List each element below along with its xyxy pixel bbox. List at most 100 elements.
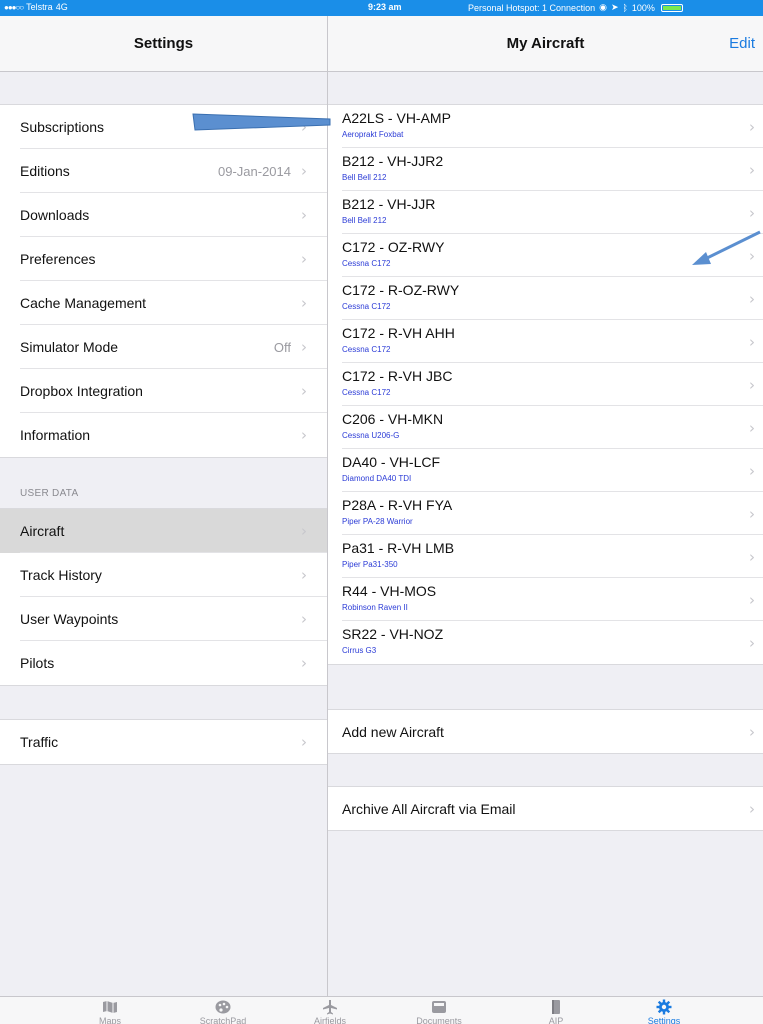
aircraft-row[interactable]: C172 - R-OZ-RWY Cessna C172 ›: [328, 277, 763, 320]
aircraft-list: A22LS - VH-AMP Aeroprakt Foxbat › B212 - V…: [328, 104, 763, 665]
user-data-header: USER DATA: [20, 488, 79, 499]
hotspot-label: Personal Hotspot: 1 Connection: [468, 2, 596, 13]
settings-row-subscriptions[interactable]: Subscriptions ›: [0, 105, 327, 149]
chevron-right-icon: ›: [749, 376, 755, 394]
chevron-right-icon: ›: [301, 522, 307, 540]
settings-group-main: Subscriptions › Editions 09-Jan-2014 › D…: [0, 104, 327, 458]
aircraft-title: C172 - R-VH JBC: [342, 368, 453, 384]
settings-row-value: 09-Jan-2014: [218, 163, 291, 179]
aircraft-type: Cessna U206-G: [342, 431, 400, 440]
status-time: 9:23 am: [368, 2, 402, 12]
status-left: ●●●○○ Telstra 4G: [4, 2, 68, 12]
aircraft-row[interactable]: C172 - R-VH AHH Cessna C172 ›: [328, 320, 763, 363]
chevron-right-icon: ›: [749, 591, 755, 609]
bluetooth-icon: ᛒ: [622, 2, 628, 13]
aircraft-row[interactable]: Pa31 - R-VH LMB Piper Pa31-350 ›: [328, 535, 763, 578]
aircraft-title: R44 - VH-MOS: [342, 583, 437, 599]
tab-airfields[interactable]: Airfields: [295, 999, 365, 1024]
aircraft-type: Bell Bell 212: [342, 173, 387, 182]
archive-aircraft-button[interactable]: Archive All Aircraft via Email ›: [328, 787, 763, 830]
tab-label: AIP: [548, 1016, 564, 1024]
settings-row-aircraft[interactable]: Aircraft ›: [0, 509, 327, 553]
settings-row-editions[interactable]: Editions 09-Jan-2014 ›: [0, 149, 327, 193]
settings-row-label: Simulator Mode: [20, 339, 119, 355]
settings-row-traffic[interactable]: Traffic ›: [0, 720, 327, 764]
aircraft-row[interactable]: B212 - VH-JJR2 Bell Bell 212 ›: [328, 148, 763, 191]
aircraft-row[interactable]: C172 - R-VH JBC Cessna C172 ›: [328, 363, 763, 406]
chevron-right-icon: ›: [301, 250, 307, 268]
tab-scratchpad[interactable]: ScratchPad: [188, 999, 258, 1024]
settings-group-user-data: Aircraft › Track History › User Waypoint…: [0, 508, 327, 686]
ipad-screen: ●●●○○ Telstra 4G 9:23 am Personal Hotspo…: [0, 0, 763, 1024]
aircraft-pane: A22LS - VH-AMP Aeroprakt Foxbat › B212 - V…: [328, 72, 763, 996]
chevron-right-icon: ›: [749, 161, 755, 179]
battery-icon: [660, 3, 683, 12]
aircraft-row[interactable]: DA40 - VH-LCF Diamond DA40 TDI ›: [328, 449, 763, 492]
aircraft-title: B212 - VH-JJR2: [342, 153, 444, 169]
settings-row-label: Subscriptions: [20, 119, 105, 135]
settings-row-information[interactable]: Information ›: [0, 413, 327, 457]
settings-row-user-waypoints[interactable]: User Waypoints ›: [0, 597, 327, 641]
chevron-right-icon: ›: [749, 247, 755, 265]
settings-row-label: Traffic: [20, 734, 59, 750]
aircraft-title: C172 - R-VH AHH: [342, 325, 455, 341]
airplane-icon: [295, 999, 365, 1015]
settings-row-label: Aircraft: [20, 523, 65, 539]
settings-group-other: Traffic ›: [0, 719, 327, 765]
aircraft-type: Cessna C172: [342, 388, 391, 397]
settings-row-simulator-mode[interactable]: Simulator Mode Off ›: [0, 325, 327, 369]
tab-label: Documents: [416, 1016, 462, 1024]
aircraft-title: My Aircraft: [506, 35, 585, 52]
chevron-right-icon: ›: [301, 382, 307, 400]
settings-row-track-history[interactable]: Track History ›: [0, 553, 327, 597]
chevron-right-icon: ›: [301, 566, 307, 584]
status-bar: ●●●○○ Telstra 4G 9:23 am Personal Hotspo…: [0, 0, 763, 16]
aircraft-type: Cessna C172: [342, 345, 391, 354]
edit-button[interactable]: Edit: [729, 35, 755, 52]
settings-row-pilots[interactable]: Pilots ›: [0, 641, 327, 685]
aircraft-type: Cessna C172: [342, 259, 391, 268]
tab-label: ScratchPad: [199, 1016, 247, 1024]
settings-row-preferences[interactable]: Preferences ›: [0, 237, 327, 281]
location-icon: ◉: [599, 2, 607, 12]
aircraft-row[interactable]: A22LS - VH-AMP Aeroprakt Foxbat ›: [328, 105, 763, 148]
chevron-right-icon: ›: [301, 610, 307, 628]
chevron-right-icon: ›: [301, 162, 307, 180]
settings-row-label: User Waypoints: [20, 611, 119, 627]
aircraft-title: B212 - VH-JJR: [342, 196, 436, 212]
tab-maps[interactable]: Maps: [75, 999, 145, 1024]
chevron-right-icon: ›: [301, 654, 307, 672]
chevron-right-icon: ›: [301, 118, 307, 136]
chevron-right-icon: ›: [749, 204, 755, 222]
settings-row-cache-management[interactable]: Cache Management ›: [0, 281, 327, 325]
chevron-right-icon: ›: [301, 294, 307, 312]
settings-row-dropbox-integration[interactable]: Dropbox Integration ›: [0, 369, 327, 413]
aircraft-title: A22LS - VH-AMP: [342, 110, 451, 126]
tab-label: Airfields: [313, 1016, 346, 1024]
tab-documents[interactable]: Documents: [404, 999, 474, 1024]
settings-row-label: Pilots: [20, 655, 55, 671]
chevron-right-icon: ›: [749, 634, 755, 652]
aircraft-title: DA40 - VH-LCF: [342, 454, 441, 470]
aircraft-row[interactable]: P28A - R-VH FYA Piper PA-28 Warrior ›: [328, 492, 763, 535]
aircraft-row[interactable]: C206 - VH-MKN Cessna U206-G ›: [328, 406, 763, 449]
tab-settings[interactable]: Settings: [629, 999, 699, 1024]
settings-row-downloads[interactable]: Downloads ›: [0, 193, 327, 237]
aircraft-type: Diamond DA40 TDI: [342, 474, 412, 483]
aircraft-row[interactable]: B212 - VH-JJR Bell Bell 212 ›: [328, 191, 763, 234]
aircraft-row[interactable]: C172 - OZ-RWY Cessna C172 ›: [328, 234, 763, 277]
book-icon: [521, 999, 591, 1015]
add-aircraft-button[interactable]: Add new Aircraft ›: [328, 710, 763, 753]
aircraft-row[interactable]: R44 - VH-MOS Robinson Raven II ›: [328, 578, 763, 621]
chevron-right-icon: ›: [749, 333, 755, 351]
settings-row-label: Track History: [20, 567, 102, 583]
chevron-right-icon: ›: [301, 206, 307, 224]
location-arrow-icon: ➤: [610, 2, 619, 12]
settings-row-label: Dropbox Integration: [20, 383, 143, 399]
aircraft-type: Cessna C172: [342, 302, 391, 311]
aircraft-row[interactable]: SR22 - VH-NOZ Cirrus G3 ›: [328, 621, 763, 664]
tab-aip[interactable]: AIP: [521, 999, 591, 1024]
settings-pane: Subscriptions › Editions 09-Jan-2014 › D…: [0, 72, 327, 996]
aircraft-type: Bell Bell 212: [342, 216, 387, 225]
gear-icon: [629, 999, 699, 1015]
